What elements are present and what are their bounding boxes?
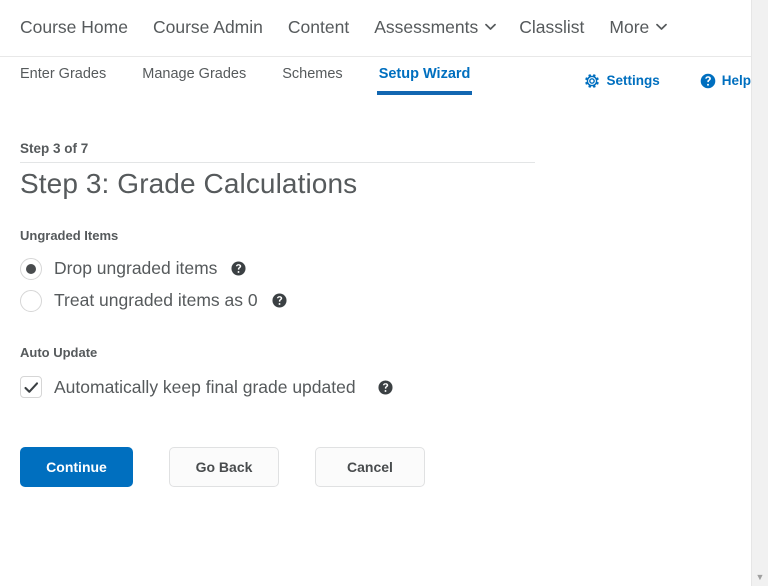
tab-label: Manage Grades	[142, 66, 247, 82]
nav-item-label: Content	[287, 17, 350, 38]
vertical-scrollbar[interactable]: ▼	[751, 0, 768, 586]
help-circle-icon[interactable]	[378, 380, 393, 395]
radio-option-drop-ungraded-items[interactable]: Drop ungraded items	[20, 257, 731, 280]
tab-label: Schemes	[282, 66, 343, 82]
help-link[interactable]: Help	[700, 73, 751, 89]
option-label: Treat ungraded items as 0	[54, 290, 258, 311]
tab-enter-grades[interactable]: Enter Grades	[20, 57, 106, 95]
help-circle-icon[interactable]	[272, 293, 287, 308]
tool-link-label: Help	[721, 73, 751, 88]
page-content: Course Home Course Admin Content Assessm…	[0, 0, 751, 586]
section-ungraded-items: Ungraded Items Drop ungraded items Treat…	[20, 228, 731, 312]
tool-links-group: Settings Help	[544, 57, 751, 95]
radio-treat-ungraded-as-zero[interactable]	[20, 289, 42, 312]
tab-label: Setup Wizard	[378, 66, 471, 82]
nav-item-more[interactable]: More	[609, 17, 668, 38]
nav-item-label: Course Admin	[152, 17, 263, 38]
chevron-down-icon	[656, 23, 668, 32]
chevron-down-icon	[485, 23, 497, 32]
main-navigation-bar: Course Home Course Admin Content Assessm…	[0, 0, 751, 57]
checkbox-keep-final-grade-updated[interactable]	[20, 376, 42, 399]
tabs-divider	[20, 162, 535, 163]
browser-viewport: Course Home Course Admin Content Assessm…	[0, 0, 768, 586]
radio-option-treat-ungraded-as-zero[interactable]: Treat ungraded items as 0	[20, 289, 731, 312]
settings-link[interactable]: Settings	[584, 73, 660, 89]
nav-item-course-home[interactable]: Course Home	[20, 19, 128, 37]
section-label: Ungraded Items	[20, 228, 119, 244]
tab-setup-wizard[interactable]: Setup Wizard	[376, 57, 473, 96]
go-back-button[interactable]: Go Back	[169, 447, 279, 488]
main-content: Step 3 of 7 Step 3: Grade Calculations U…	[0, 141, 751, 488]
checkbox-option-auto-update[interactable]: Automatically keep final grade updated	[20, 376, 731, 399]
step-counter: Step 3 of 7	[20, 141, 89, 156]
continue-button[interactable]: Continue	[20, 447, 133, 488]
section-auto-update: Auto Update Automatically keep final gra…	[20, 345, 731, 399]
wizard-button-row: Continue Go Back Cancel	[20, 447, 731, 488]
nav-item-label: Assessments	[374, 17, 479, 38]
grades-tool-tabs: Enter Grades Manage Grades Schemes Setup…	[0, 57, 751, 163]
help-circle-icon	[700, 73, 716, 89]
nav-item-classlist[interactable]: Classlist	[519, 19, 584, 37]
tab-manage-grades[interactable]: Manage Grades	[142, 57, 246, 95]
help-circle-icon[interactable]	[231, 261, 246, 276]
nav-item-label: More	[609, 17, 650, 38]
radio-drop-ungraded-items[interactable]	[20, 257, 42, 280]
tab-schemes[interactable]: Schemes	[282, 57, 342, 95]
page-title: Step 3: Grade Calculations	[20, 168, 358, 200]
tab-label: Enter Grades	[20, 66, 107, 82]
cancel-button[interactable]: Cancel	[315, 447, 425, 488]
nav-item-label: Classlist	[519, 17, 585, 38]
nav-item-content[interactable]: Content	[288, 19, 349, 37]
option-label: Automatically keep final grade updated	[54, 376, 356, 397]
scroll-down-arrow-icon[interactable]: ▼	[752, 573, 768, 582]
nav-item-course-admin[interactable]: Course Admin	[153, 19, 263, 37]
nav-item-assessments[interactable]: Assessments	[374, 17, 497, 38]
option-label: Drop ungraded items	[54, 258, 218, 279]
nav-item-label: Course Home	[20, 17, 128, 38]
tool-link-label: Settings	[606, 73, 660, 88]
section-label: Auto Update	[20, 344, 98, 360]
gear-icon	[584, 73, 600, 89]
